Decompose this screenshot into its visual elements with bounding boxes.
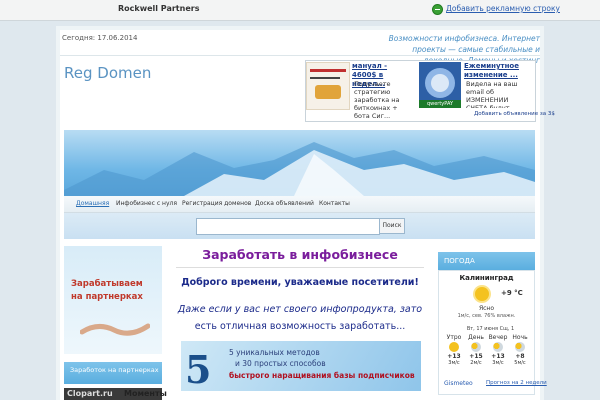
- promo-line-3: быстрого наращивания базы подписчиков: [229, 371, 415, 380]
- intro-paragraph-1: Даже если у вас нет своего инфопродукта,…: [177, 304, 423, 315]
- weather-widget-title: ПОГОДА: [438, 252, 535, 270]
- subscribers-promo-banner[interactable]: 5 5 уникальных методов и 30 простых спос…: [181, 341, 421, 391]
- header-divider: [60, 55, 540, 56]
- sun-icon: [475, 287, 489, 301]
- site-logo[interactable]: Reg Domen: [64, 64, 151, 82]
- plus-circle-icon[interactable]: [432, 4, 443, 15]
- brand-link[interactable]: Rockwell Partners: [118, 4, 199, 13]
- promo-line-1: 5 уникальных методов: [229, 348, 320, 357]
- search-input[interactable]: [196, 218, 380, 235]
- nav-infobiz[interactable]: Инфобизнес с нуля: [116, 200, 177, 207]
- partner-widget-title: Заработок на партнерках: [64, 362, 162, 384]
- mountains-image: [64, 142, 535, 196]
- clopart-text: Clopart.ru: [67, 389, 113, 398]
- ad-text-2: Видела на ваш email об ИЗМЕНЕНИИ СЧЕТА б…: [466, 80, 518, 108]
- promo-line-2: и 30 простых способов: [235, 359, 326, 368]
- header-banner: [64, 130, 535, 196]
- nav-contacts[interactable]: Контакты: [319, 200, 350, 207]
- weather-col-night: Ночь +8 5м/с: [512, 334, 528, 366]
- ad-image-2[interactable]: qwertyPAY: [419, 62, 461, 108]
- weather-city: Калининград: [459, 274, 514, 282]
- partly-cloudy-icon: [515, 342, 525, 352]
- ad-text-1: Получаете стратегию заработка на биткоин…: [354, 80, 400, 118]
- intro-paragraph-2: есть отличная возможность заработать...: [194, 321, 406, 332]
- qwertypay-badge: qwertyPAY: [419, 100, 461, 108]
- ad-image-bitcoin[interactable]: [306, 62, 350, 110]
- nav-domain-registration[interactable]: Регистрация доменов: [182, 200, 251, 207]
- ad-title-2[interactable]: Ежеминутное изменение ...: [464, 62, 534, 80]
- weather-date: Вт, 17 июня Сщ, 1: [466, 326, 515, 332]
- main-heading: Заработать в инфобизнесе: [202, 247, 398, 262]
- promo-line-1: Зарабатываем: [71, 279, 143, 289]
- partly-cloudy-icon: [493, 342, 503, 352]
- top-bar: Rockwell Partners Добавить рекламную стр…: [0, 0, 600, 21]
- weather-desc: Ясно: [478, 305, 495, 312]
- weather-details: 1м/с, сев. 76% влажн.: [457, 313, 516, 319]
- current-date: Сегодня: 17.06.2014: [62, 34, 138, 42]
- greeting-text: Доброго времени, уважаемые посетители!: [181, 277, 419, 288]
- nav-board[interactable]: Доска объявлений: [255, 200, 314, 207]
- sun-icon: [449, 342, 459, 352]
- weather-col-day: День +15 2м/с: [468, 334, 484, 366]
- main-nav: Домашняя Инфобизнес с нуля Регистрация д…: [64, 196, 535, 213]
- handshake-icon: [80, 323, 150, 336]
- search-button[interactable]: Поиск: [379, 218, 405, 234]
- weather-col-morning: Утро +13 3м/с: [446, 334, 462, 366]
- add-ad-line-link[interactable]: Добавить рекламную строку: [446, 4, 560, 13]
- forecast-link[interactable]: Прогноз на 2 недели: [486, 380, 547, 386]
- heading-divider: [176, 267, 424, 268]
- add-ad-link[interactable]: Добавить объявление за 3$: [474, 111, 555, 117]
- weather-col-evening: Вечер +13 3м/с: [488, 334, 508, 366]
- weather-temp: +9 °C: [501, 289, 523, 297]
- promo-line-2: на партнерках: [71, 292, 143, 302]
- partly-cloudy-icon: [471, 342, 481, 352]
- nav-home[interactable]: Домашняя: [76, 200, 109, 207]
- promo-number: 5: [185, 347, 212, 391]
- gismeteo-logo[interactable]: Gismeteo: [444, 380, 473, 387]
- moments-text: Моменты: [124, 389, 167, 398]
